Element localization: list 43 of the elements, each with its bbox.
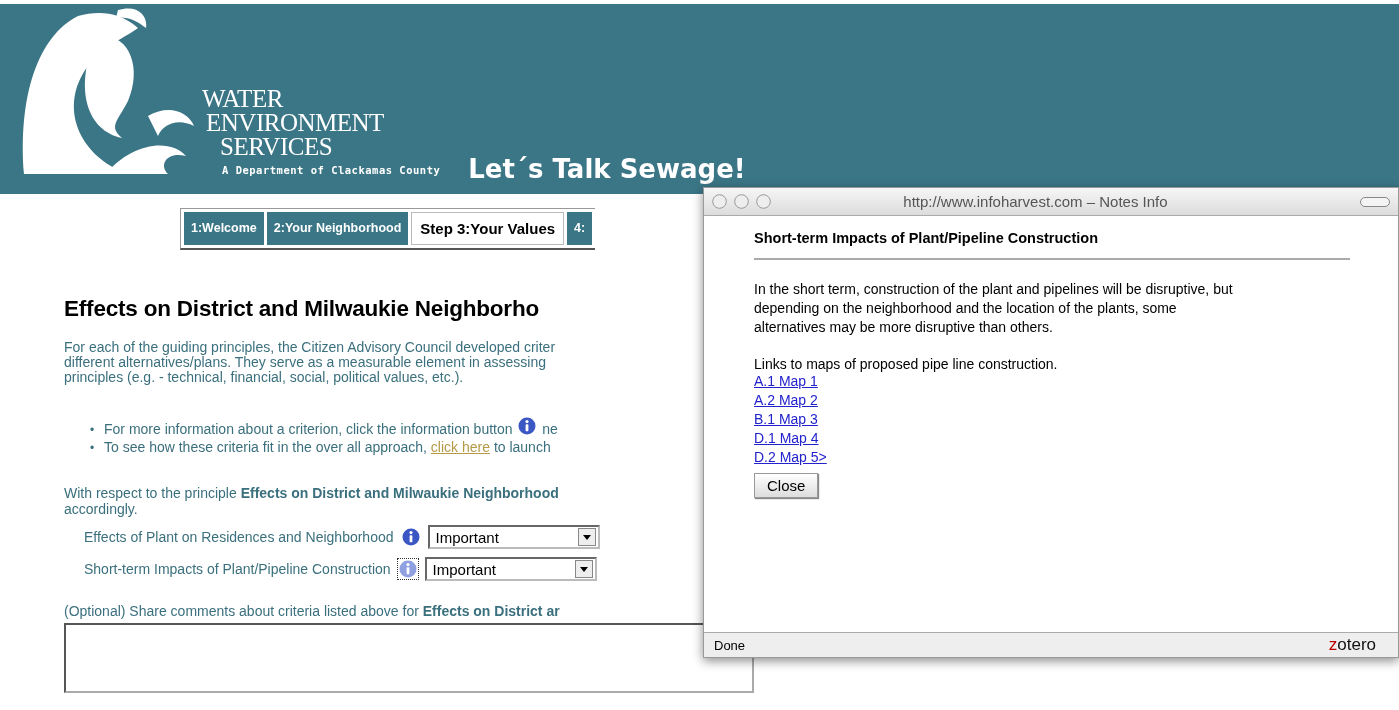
step-tab[interactable]: Step 3:Your Values — [411, 212, 565, 245]
bullet-marker: • — [90, 440, 96, 457]
dropdown-arrow-icon — [579, 566, 588, 572]
step-tab[interactable]: 1:Welcome — [184, 212, 264, 245]
bullet-text: to launch — [493, 439, 551, 455]
links-intro: Links to maps of proposed pipe line construction. — [754, 356, 1059, 372]
note-heading: Short-term Impacts of Plant/Pipeline Construction — [754, 230, 1350, 260]
status-text: Done — [714, 637, 746, 653]
bullet-marker: • — [90, 422, 96, 439]
bullet-text: For more information about a criterion, click the information button — [104, 421, 513, 437]
logo-text: SERVICES — [220, 135, 334, 159]
step-tab[interactable]: 2:Your Neighborhood — [266, 212, 409, 245]
importance-dropdown[interactable]: Important — [427, 525, 600, 549]
principle-text: With respect to the principle Effects on District and Milwaukie Neighborhood accordingly. — [64, 485, 560, 517]
department-subtitle: A Department of Clackamas County — [222, 164, 441, 176]
map-link[interactable]: A.2 Map 2 — [754, 391, 818, 410]
criterion-label: Short-term Impacts of Plant/Pipeline Construction — [84, 561, 391, 577]
toolbar-toggle-icon[interactable] — [1360, 196, 1390, 207]
brand-logo: zotero — [1328, 635, 1376, 655]
dropdown-arrow-icon — [582, 534, 591, 540]
criterion-label: Effects of Plant on Residences and Neighborhood — [84, 529, 394, 545]
map-link[interactable]: B.1 Map 3 — [754, 410, 818, 429]
info-button[interactable] — [396, 558, 419, 580]
window-title: http://www.infoharvest.com – Notes Info — [902, 193, 1169, 210]
map-link[interactable]: D.1 Map 4 — [754, 429, 819, 448]
comment-field[interactable] — [64, 623, 754, 693]
info-icon — [401, 528, 420, 546]
comment-label: (Optional) Share comments about criteria listed above for Effects on District ar — [64, 603, 561, 619]
slogan: Let´s Talk Sewage! — [468, 154, 746, 184]
info-icon — [518, 417, 537, 435]
map-link[interactable]: A.1 Map 1 — [754, 372, 818, 391]
intro-paragraph: For each of the guiding principles, the Citizen Advisory Council developed criter different alternatives/plans. They serve as a measurable element in assessing principles (e.g. - technical, financial, social, political values, etc.). — [64, 340, 557, 385]
page-heading: Effects on District and Milwaukie Neighborho — [64, 296, 540, 322]
map-link[interactable]: D.2 Map 5> — [754, 448, 827, 467]
info-icon — [398, 560, 417, 578]
logo-text: ENVIRONMENT — [206, 111, 385, 135]
bullet-text: To see how these criteria fit in the over all approach, — [104, 439, 427, 455]
logo-text: WATER — [202, 87, 285, 111]
step-tab[interactable]: 4: — [567, 212, 593, 245]
importance-dropdown[interactable]: Important — [424, 557, 597, 581]
note-text: In the short term, construction of the plant and pipelines will be disruptive, but depending on the neighborhood and the location of the plants, some alternatives may be more disruptive than others. — [754, 280, 1234, 337]
bullet-text: ne — [542, 421, 558, 437]
close-button[interactable]: Close — [754, 473, 819, 498]
